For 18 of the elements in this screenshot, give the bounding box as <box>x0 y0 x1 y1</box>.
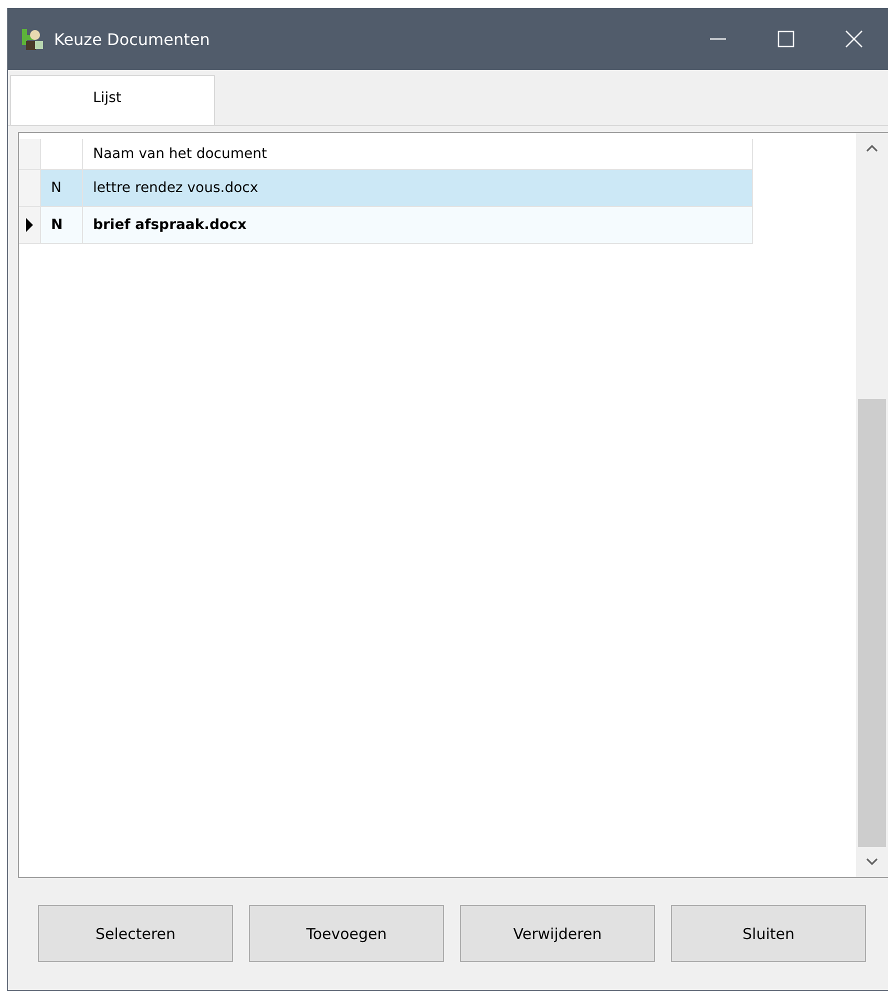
column-header[interactable]: Naam van het document <box>83 139 753 170</box>
scrollbar[interactable] <box>856 133 888 877</box>
table-cell[interactable]: lettre rendez vous.docx <box>83 170 753 207</box>
table-cell[interactable]: brief afspraak.docx <box>83 207 753 244</box>
dialog-button[interactable]: Sluiten <box>671 905 866 962</box>
dialog-button[interactable]: Selecteren <box>38 905 233 962</box>
dialog-button[interactable]: Toevoegen <box>249 905 444 962</box>
close-icon[interactable] <box>845 30 863 48</box>
maximize-icon[interactable] <box>777 30 795 48</box>
row-selector[interactable] <box>19 207 41 244</box>
app-icon <box>20 27 44 51</box>
table-cell: N <box>41 170 83 207</box>
scroll-thumb[interactable] <box>858 399 886 847</box>
tab[interactable]: Lijst <box>10 75 215 125</box>
dialog-button[interactable]: Verwijderen <box>460 905 655 962</box>
window-title: Keuze Documenten <box>54 30 211 48</box>
header-cell[interactable] <box>41 139 83 170</box>
table-cell: N <box>41 207 83 244</box>
